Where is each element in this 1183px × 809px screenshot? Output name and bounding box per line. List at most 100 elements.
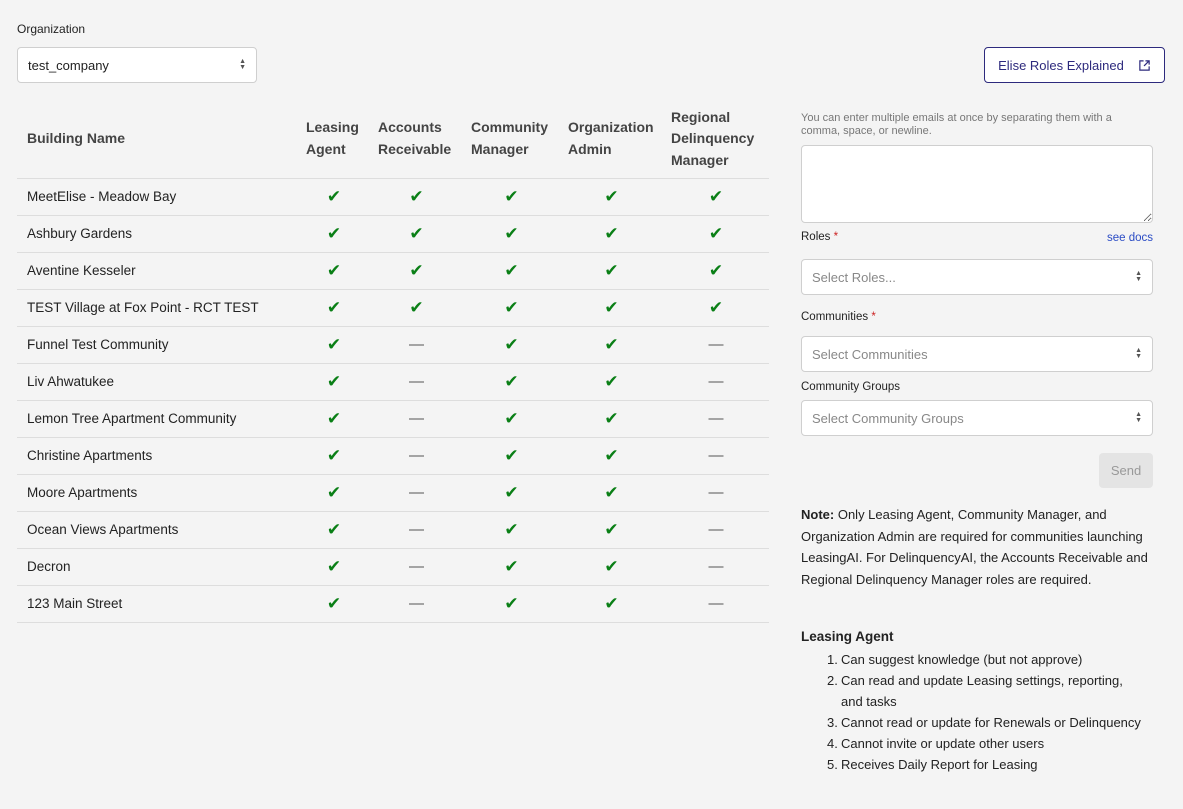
list-item: 4. Cannot invite or update other users — [827, 733, 1147, 754]
role-cell: — — [370, 437, 463, 475]
building-name-cell: 123 Main Street — [17, 585, 298, 623]
role-cell: ✔ — [560, 289, 663, 327]
check-icon: ✔ — [604, 556, 619, 576]
role-cell: ✔ — [560, 178, 663, 216]
check-icon: ✔ — [504, 297, 519, 317]
role-cell: — — [663, 363, 769, 401]
check-icon: ✔ — [326, 593, 342, 613]
check-icon: ✔ — [504, 519, 519, 539]
building-name-cell: Decron — [17, 548, 298, 586]
list-number: 3. — [827, 715, 838, 730]
role-cell: ✔ — [663, 289, 769, 327]
check-icon: ✔ — [409, 186, 424, 206]
check-icon: ✔ — [504, 556, 519, 576]
role-cell: ✔ — [298, 585, 370, 623]
chevron-up-down-icon: ▲ ▼ — [1135, 347, 1142, 360]
check-icon: ✔ — [326, 334, 342, 354]
role-cell: — — [663, 511, 769, 549]
leasing-agent-title: Leasing Agent — [801, 629, 894, 644]
check-icon: ✔ — [326, 186, 342, 206]
role-cell: ✔ — [560, 400, 663, 438]
check-icon: ✔ — [409, 223, 424, 243]
roles-explained-button[interactable]: Elise Roles Explained — [984, 47, 1165, 83]
role-cell: ✔ — [370, 289, 463, 327]
list-item: 2. Can read and update Leasing settings, … — [827, 670, 1147, 712]
roles-note: Note: Only Leasing Agent, Community Mana… — [801, 504, 1153, 590]
role-cell: ✔ — [663, 252, 769, 290]
note-prefix: Note: — [801, 507, 835, 522]
check-icon: ✔ — [326, 371, 342, 391]
send-button[interactable]: Send — [1099, 453, 1153, 488]
community-groups-select[interactable]: Select Community Groups ▲ ▼ — [801, 400, 1153, 436]
table-row: Moore Apartments ✔ — ✔ ✔ — — [17, 474, 769, 512]
role-cell: ✔ — [560, 326, 663, 364]
roles-select[interactable]: Select Roles... ▲ ▼ — [801, 259, 1153, 295]
community-groups-placeholder: Select Community Groups — [812, 410, 964, 426]
role-cell: ✔ — [298, 326, 370, 364]
role-cell: — — [370, 474, 463, 512]
check-icon: ✔ — [504, 408, 519, 428]
table-row: Christine Apartments ✔ — ✔ ✔ — — [17, 437, 769, 475]
roles-explained-label: Elise Roles Explained — [998, 57, 1124, 73]
check-icon: ✔ — [504, 593, 519, 613]
role-cell: — — [370, 548, 463, 586]
role-cell: ✔ — [560, 474, 663, 512]
role-cell: ✔ — [560, 548, 663, 586]
role-cell: ✔ — [463, 363, 560, 401]
table-row: Liv Ahwatukee ✔ — ✔ ✔ — — [17, 363, 769, 401]
check-icon: ✔ — [504, 334, 519, 354]
role-cell: — — [663, 474, 769, 512]
role-cell: ✔ — [370, 178, 463, 216]
check-icon: ✔ — [708, 186, 724, 206]
external-link-icon — [1139, 59, 1150, 71]
list-item-text: Can read and update Leasing settings, re… — [841, 673, 1123, 709]
dash-icon: — — [708, 336, 724, 353]
table-row: Decron ✔ — ✔ ✔ — — [17, 548, 769, 586]
building-name-cell: Lemon Tree Apartment Community — [17, 400, 298, 438]
organization-select[interactable]: test_company ▲ ▼ — [17, 47, 257, 83]
leasing-agent-permissions: 1. Can suggest knowledge (but not approve… — [827, 649, 1147, 775]
table-row: Ashbury Gardens ✔ ✔ ✔ ✔ ✔ — [17, 215, 769, 253]
dash-icon: — — [708, 558, 724, 575]
role-cell: — — [370, 511, 463, 549]
role-cell: ✔ — [298, 437, 370, 475]
dash-icon: — — [708, 595, 724, 612]
role-cell: ✔ — [463, 400, 560, 438]
column-header-role: Community Manager — [463, 100, 560, 179]
role-cell: ✔ — [298, 400, 370, 438]
table-row: 123 Main Street ✔ — ✔ ✔ — — [17, 585, 769, 623]
chevron-up-down-icon: ▲ ▼ — [1135, 411, 1142, 424]
role-cell: ✔ — [463, 215, 560, 253]
dash-icon: — — [409, 336, 424, 353]
check-icon: ✔ — [604, 371, 619, 391]
building-name-cell: Ocean Views Apartments — [17, 511, 298, 549]
building-name-cell: Liv Ahwatukee — [17, 363, 298, 401]
table-row: MeetElise - Meadow Bay ✔ ✔ ✔ ✔ ✔ — [17, 178, 769, 216]
role-cell: ✔ — [463, 326, 560, 364]
column-header-role: Accounts Receivable — [370, 100, 463, 179]
role-cell: ✔ — [370, 215, 463, 253]
role-cell: ✔ — [560, 363, 663, 401]
check-icon: ✔ — [326, 297, 342, 317]
building-roles-table: Building Name Leasing Agent Accounts Recei… — [17, 100, 769, 623]
list-item-text: Receives Daily Report for Leasing — [841, 757, 1038, 772]
check-icon: ✔ — [708, 260, 724, 280]
communities-placeholder: Select Communities — [812, 346, 928, 362]
role-cell: — — [370, 400, 463, 438]
column-header-role: Leasing Agent — [298, 100, 370, 179]
role-cell: ✔ — [298, 178, 370, 216]
emails-input[interactable] — [801, 145, 1153, 223]
role-cell: — — [663, 437, 769, 475]
dash-icon: — — [708, 447, 724, 464]
list-number: 5. — [827, 757, 838, 772]
communities-select[interactable]: Select Communities ▲ ▼ — [801, 336, 1153, 372]
see-docs-link[interactable]: see docs — [1107, 232, 1153, 244]
check-icon: ✔ — [604, 593, 619, 613]
list-number: 1. — [827, 652, 838, 667]
role-cell: ✔ — [560, 511, 663, 549]
building-name-cell: Ashbury Gardens — [17, 215, 298, 253]
dash-icon: — — [708, 484, 724, 501]
column-header-role: Organization Admin — [560, 100, 663, 179]
role-cell: ✔ — [560, 215, 663, 253]
chevron-up-down-icon: ▲ ▼ — [239, 58, 246, 71]
